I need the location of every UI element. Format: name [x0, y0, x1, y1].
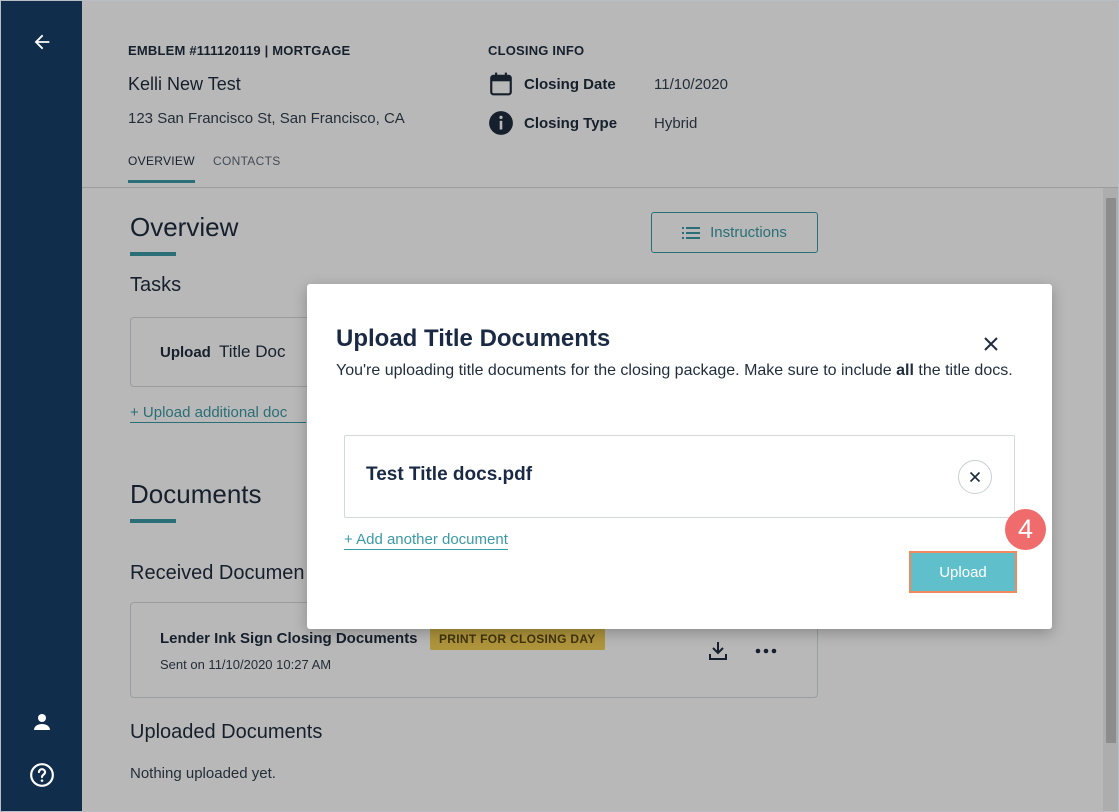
back-arrow-icon[interactable] [28, 28, 56, 56]
modal-description-text: You're uploading title documents for the… [336, 362, 897, 379]
selected-file-card: Test Title docs.pdf [344, 435, 1015, 518]
modal-description: You're uploading title documents for the… [336, 360, 1026, 381]
sidebar [1, 1, 82, 811]
help-icon[interactable] [28, 761, 56, 789]
close-icon [969, 471, 981, 483]
file-name: Test Title docs.pdf [366, 464, 533, 485]
app-window: EMBLEM #111120119 | MORTGAGE Kelli New T… [0, 0, 1119, 812]
modal-title: Upload Title Documents [336, 325, 611, 352]
modal-description-text-end: the title docs. [913, 362, 1013, 379]
user-icon[interactable] [28, 708, 56, 736]
upload-title-documents-modal: Upload Title Documents You're uploading … [307, 284, 1052, 629]
step-number-badge: 4 [1005, 509, 1046, 550]
upload-button[interactable]: Upload [909, 551, 1017, 593]
remove-file-button[interactable] [958, 460, 992, 494]
close-icon[interactable] [979, 332, 1003, 356]
add-another-document-link[interactable]: + Add another document [344, 531, 508, 550]
modal-description-emphasis: all [896, 362, 914, 379]
